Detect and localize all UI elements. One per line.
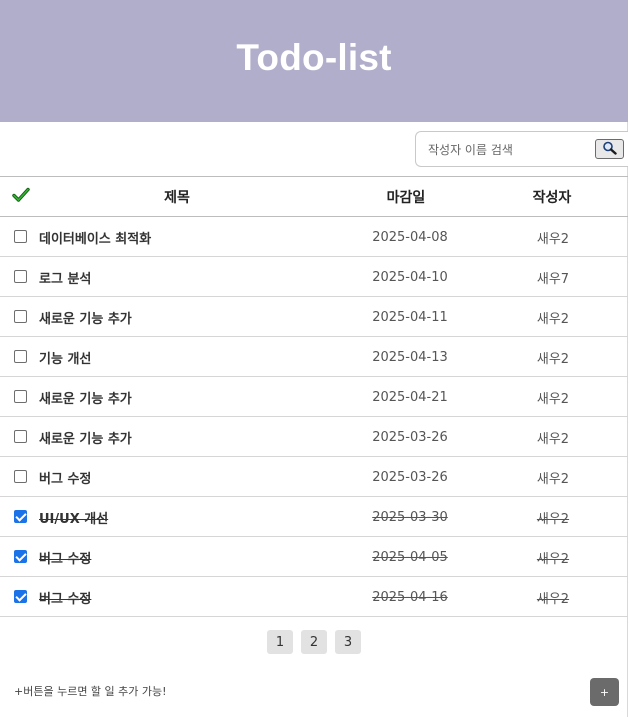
add-todo-button[interactable]: + [590, 678, 619, 706]
todo-author: 새우2 [536, 511, 570, 527]
todo-title: 새로운 기능 추가 [39, 391, 132, 407]
app-frame: Todo-list 제목 마감일 작성자 [0, 0, 628, 717]
todo-author: 새우2 [536, 591, 570, 607]
todo-title: 버그 수정 [39, 471, 92, 487]
check-column-header [8, 177, 34, 217]
todo-author: 새우2 [536, 471, 570, 487]
page-button-2[interactable]: 2 [301, 630, 327, 654]
todo-author: 새우2 [536, 431, 570, 447]
done-checkbox[interactable] [14, 350, 27, 363]
search-button[interactable] [595, 139, 624, 159]
todo-due-date: 2025-03-26 [372, 469, 448, 485]
add-hint-text: +버튼을 누르면 할 일 추가 가능! [14, 685, 167, 698]
todo-due-date: 2025-03-30 [372, 509, 448, 525]
todo-due-date: 2025-04-16 [372, 589, 448, 605]
todo-title: 로그 분석 [39, 271, 92, 287]
todo-author: 새우2 [536, 311, 570, 327]
table-row[interactable]: 버그 수정 2025-04-05 새우2 [0, 537, 628, 577]
column-header-author: 작성자 [532, 190, 572, 206]
todo-author: 새우2 [536, 391, 570, 407]
todo-title: 기능 개선 [39, 351, 92, 367]
todo-due-date: 2025-04-10 [372, 269, 448, 285]
table-row[interactable]: 버그 수정 2025-03-26 새우2 [0, 457, 628, 497]
table-row[interactable]: 로그 분석 2025-04-10 새우7 [0, 257, 628, 297]
todo-title: 버그 수정 [39, 591, 92, 607]
todo-author: 새우2 [536, 351, 570, 367]
todo-title: 새로운 기능 추가 [39, 431, 132, 447]
done-checkbox[interactable] [14, 470, 27, 483]
page-title: Todo-list [236, 37, 392, 78]
pagination: 1 2 3 [0, 630, 628, 654]
done-checkbox[interactable] [14, 590, 27, 603]
todo-author: 새우2 [536, 551, 570, 567]
table-row[interactable]: 버그 수정 2025-04-16 새우2 [0, 577, 628, 617]
done-checkbox[interactable] [14, 230, 27, 243]
column-header-due: 마감일 [386, 190, 426, 206]
todo-due-date: 2025-04-21 [372, 389, 448, 405]
todo-title: 새로운 기능 추가 [39, 311, 132, 327]
todo-due-date: 2025-04-05 [372, 549, 448, 565]
table-row[interactable]: 새로운 기능 추가 2025-04-11 새우2 [0, 297, 628, 337]
done-checkbox[interactable] [14, 430, 27, 443]
todo-title: UI/UX 개선 [39, 511, 109, 527]
table-row[interactable]: UI/UX 개선 2025-03-30 새우2 [0, 497, 628, 537]
table-row[interactable]: 새로운 기능 추가 2025-04-21 새우2 [0, 377, 628, 417]
todo-author: 새우2 [536, 231, 570, 247]
done-checkbox[interactable] [14, 550, 27, 563]
todo-due-date: 2025-04-11 [372, 309, 448, 325]
table-row[interactable]: 데이터베이스 최적화 2025-04-08 새우2 [0, 217, 628, 257]
search-input[interactable] [428, 140, 598, 160]
done-checkbox[interactable] [14, 270, 27, 283]
table-row[interactable]: 새로운 기능 추가 2025-03-26 새우2 [0, 417, 628, 457]
todo-title: 버그 수정 [39, 551, 92, 567]
magnifier-icon [602, 140, 618, 159]
page-button-3[interactable]: 3 [335, 630, 361, 654]
green-check-icon [12, 187, 30, 207]
todo-table: 제목 마감일 작성자 데이터베이스 최적화 2025-04-08 새우2 로그 … [0, 176, 628, 617]
todo-title: 데이터베이스 최적화 [39, 231, 152, 247]
table-row[interactable]: 기능 개선 2025-04-13 새우2 [0, 337, 628, 377]
table-header: 제목 마감일 작성자 [0, 176, 628, 217]
done-checkbox[interactable] [14, 510, 27, 523]
todo-due-date: 2025-04-13 [372, 349, 448, 365]
done-checkbox[interactable] [14, 310, 27, 323]
column-header-title: 제목 [164, 190, 190, 206]
done-checkbox[interactable] [14, 390, 27, 403]
todo-due-date: 2025-03-26 [372, 429, 448, 445]
todo-due-date: 2025-04-08 [372, 229, 448, 245]
todo-author: 새우7 [536, 271, 570, 287]
page-button-1[interactable]: 1 [267, 630, 293, 654]
app-header: Todo-list [0, 0, 628, 122]
